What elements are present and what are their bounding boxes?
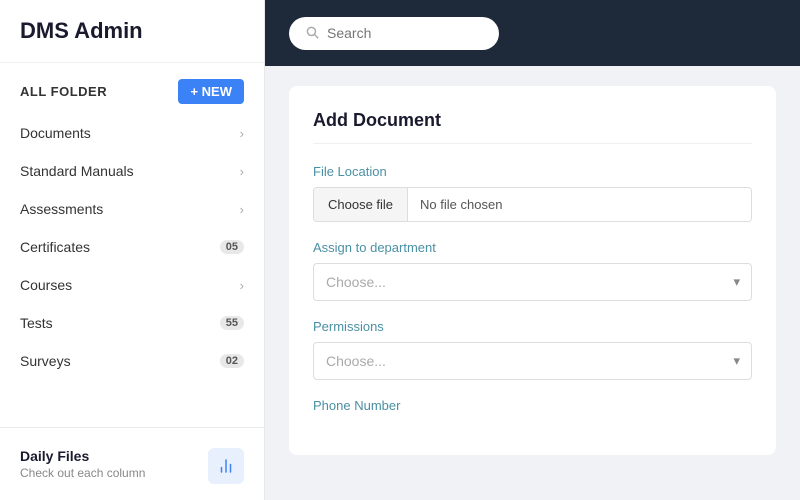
folder-title: ALL FOLDER (20, 84, 107, 99)
file-location-group: File Location Choose file No file chosen (313, 164, 752, 222)
permissions-wrapper: Choose... ▾ (313, 342, 752, 380)
surveys-badge: 02 (220, 354, 244, 368)
app-logo: DMS Admin (0, 0, 264, 63)
chevron-right-icon: › (240, 278, 244, 293)
sidebar-item-label: Certificates (20, 239, 90, 255)
chevron-right-icon: › (240, 164, 244, 179)
sidebar-item-courses[interactable]: Courses › (0, 266, 264, 304)
daily-files-icon (208, 448, 244, 484)
daily-files-section: Daily Files Check out each column (0, 436, 264, 500)
sidebar: DMS Admin ALL FOLDER + NEW Documents › S… (0, 0, 265, 500)
file-chosen-text: No file chosen (408, 188, 751, 221)
phone-number-label: Phone Number (313, 398, 752, 413)
sidebar-item-label: Standard Manuals (20, 163, 134, 179)
content-area: Add Document File Location Choose file N… (265, 66, 800, 500)
assign-dept-label: Assign to department (313, 240, 752, 255)
file-location-label: File Location (313, 164, 752, 179)
file-input-row: Choose file No file chosen (313, 187, 752, 222)
header (265, 0, 800, 66)
sidebar-item-label: Documents (20, 125, 91, 141)
main-area: Add Document File Location Choose file N… (265, 0, 800, 500)
add-document-card: Add Document File Location Choose file N… (289, 86, 776, 455)
search-icon (305, 25, 319, 42)
sidebar-nav: Documents › Standard Manuals › Assessmen… (0, 114, 264, 419)
sidebar-item-surveys[interactable]: Surveys 02 (0, 342, 264, 380)
chevron-right-icon: › (240, 202, 244, 217)
tests-badge: 55 (220, 316, 244, 330)
sidebar-item-standard-manuals[interactable]: Standard Manuals › (0, 152, 264, 190)
sidebar-item-label: Courses (20, 277, 72, 293)
chevron-right-icon: › (240, 126, 244, 141)
choose-file-button[interactable]: Choose file (314, 188, 408, 221)
sidebar-item-documents[interactable]: Documents › (0, 114, 264, 152)
assign-dept-select[interactable]: Choose... (313, 263, 752, 301)
sidebar-item-label: Tests (20, 315, 53, 331)
sidebar-divider (0, 427, 264, 428)
daily-files-title: Daily Files (20, 448, 198, 464)
sidebar-item-certificates[interactable]: Certificates 05 (0, 228, 264, 266)
assign-dept-wrapper: Choose... ▾ (313, 263, 752, 301)
sidebar-item-assessments[interactable]: Assessments › (0, 190, 264, 228)
search-box (289, 17, 499, 50)
permissions-label: Permissions (313, 319, 752, 334)
folder-header: ALL FOLDER + NEW (0, 63, 264, 114)
sidebar-item-tests[interactable]: Tests 55 (0, 304, 264, 342)
phone-number-group: Phone Number (313, 398, 752, 413)
certificates-badge: 05 (220, 240, 244, 254)
sidebar-item-label: Assessments (20, 201, 103, 217)
new-button[interactable]: + NEW (178, 79, 244, 104)
card-title: Add Document (313, 110, 752, 144)
search-input[interactable] (327, 25, 483, 41)
daily-files-subtitle: Check out each column (20, 466, 198, 480)
permissions-select[interactable]: Choose... (313, 342, 752, 380)
permissions-group: Permissions Choose... ▾ (313, 319, 752, 380)
sidebar-item-label: Surveys (20, 353, 71, 369)
assign-dept-group: Assign to department Choose... ▾ (313, 240, 752, 301)
